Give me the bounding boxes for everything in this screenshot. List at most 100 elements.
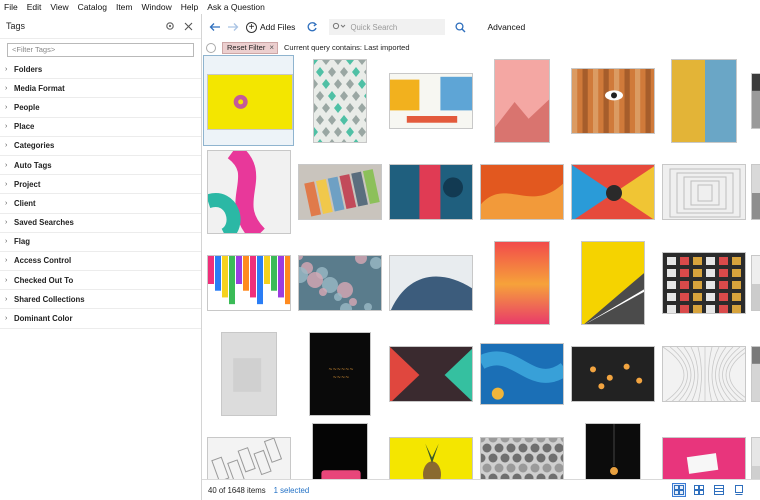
tag-group-place[interactable]: › Place (0, 118, 201, 137)
thumbnail-fluid-paint[interactable] (203, 146, 294, 237)
chevron-right-icon[interactable]: › (5, 123, 12, 130)
thumbnail-pink-note[interactable] (658, 419, 749, 479)
menu-catalog[interactable]: Catalog (78, 2, 107, 12)
search-icon[interactable] (451, 18, 469, 36)
large-grid-view-icon[interactable] (672, 483, 686, 497)
chevron-right-icon[interactable]: › (5, 85, 12, 92)
thumbnail-wireframe-sketch[interactable] (203, 419, 294, 479)
thumbnail-blue-paint[interactable] (476, 328, 567, 419)
thumbnail-music-neon[interactable] (385, 328, 476, 419)
menu-file[interactable]: File (4, 2, 18, 12)
thumbnail-hex-tiles[interactable] (476, 419, 567, 479)
close-icon[interactable] (181, 19, 195, 33)
thumbnail-blue-red-abstract[interactable] (385, 146, 476, 237)
query-settings-icon[interactable] (206, 42, 216, 53)
tag-group-flag[interactable]: › Flag (0, 233, 201, 252)
thumbnail-image (570, 163, 655, 220)
chevron-right-icon[interactable]: › (5, 296, 12, 303)
chevron-right-icon[interactable]: › (5, 219, 12, 226)
thumbnail-neon-sign[interactable]: ~~~~~~ ~~~~ (294, 328, 385, 419)
chevron-right-icon[interactable]: › (5, 181, 12, 188)
thumbnail-edge-5[interactable] (749, 419, 760, 479)
thumbnail-wood-eye-graffiti[interactable] (567, 55, 658, 146)
menu-ask-a-question[interactable]: Ask a Question (207, 2, 265, 12)
thumbnail-paint-drips[interactable] (203, 237, 294, 328)
tag-group-auto-tags[interactable]: › Auto Tags (0, 156, 201, 176)
tag-group-media-format[interactable]: › Media Format (0, 79, 201, 99)
thumbnail-orange-wave[interactable] (476, 146, 567, 237)
chevron-right-icon[interactable]: › (5, 277, 12, 284)
thumbnail-single-bulb[interactable] (567, 419, 658, 479)
thumbnail-image (751, 436, 760, 479)
tag-group-saved-searches[interactable]: › Saved Searches (0, 214, 201, 233)
close-icon[interactable]: × (269, 43, 274, 52)
chevron-right-icon[interactable]: › (5, 238, 12, 245)
chevron-right-icon[interactable]: › (5, 315, 12, 322)
thumbnail-hanging-bulbs[interactable] (567, 328, 658, 419)
thumbnail-bokeh-lights[interactable] (294, 237, 385, 328)
filter-tags-input[interactable]: <Filter Tags> (7, 43, 194, 57)
thumbnail-yellow-blue-wall[interactable] (658, 55, 749, 146)
gear-icon[interactable] (163, 19, 177, 33)
thumbnail-orange-pink-gradient[interactable] (476, 237, 567, 328)
tag-group-client[interactable]: › Client (0, 194, 201, 214)
thumbnail-image (751, 345, 760, 402)
menu-edit[interactable]: Edit (27, 2, 42, 12)
chevron-right-icon[interactable]: › (5, 66, 12, 73)
thumbnail-dark-edge[interactable] (749, 55, 760, 146)
thumbnail-geometric-face[interactable] (567, 146, 658, 237)
menu-item[interactable]: Item (116, 2, 133, 12)
thumbnail-image (297, 163, 382, 220)
chevron-right-icon[interactable]: › (5, 200, 12, 207)
thumbnail-colorful-street[interactable] (385, 55, 476, 146)
quick-search-placeholder: Quick Search (350, 22, 398, 32)
forward-arrow-icon[interactable] (224, 18, 242, 36)
add-files-button[interactable]: + Add Files (246, 21, 295, 33)
thumbnail-white-tunnel[interactable] (658, 146, 749, 237)
tag-group-access-control[interactable]: › Access Control (0, 252, 201, 272)
list-view-icon[interactable] (712, 483, 726, 497)
thumbnail-yellow-donut[interactable] (203, 55, 294, 146)
menu-window[interactable]: Window (141, 2, 171, 12)
thumbnail-gray-edge[interactable] (749, 146, 760, 237)
thumbnail-blue-curve[interactable] (385, 237, 476, 328)
thumbnail-pink-mountains[interactable] (476, 55, 567, 146)
refresh-icon[interactable] (303, 18, 321, 36)
tag-group-people[interactable]: › People (0, 98, 201, 118)
thumbnail-pink-car[interactable] (294, 419, 385, 479)
tag-group-dominant-color[interactable]: › Dominant Color (0, 309, 201, 329)
thumbnail-dark-edge-2[interactable] (749, 328, 760, 419)
thumbnail-teal-diamonds[interactable] (294, 55, 385, 146)
tag-group-checked-out-to[interactable]: › Checked Out To (0, 271, 201, 291)
chevron-right-icon[interactable]: › (5, 257, 12, 264)
quick-search-input[interactable]: Quick Search (329, 19, 446, 35)
advanced-search-button[interactable]: Advanced (487, 22, 525, 32)
small-grid-view-icon[interactable] (692, 483, 706, 497)
thumbnail-white-edge[interactable] (749, 237, 760, 328)
tag-group-folders[interactable]: › Folders (0, 60, 201, 80)
menu-help[interactable]: Help (181, 2, 198, 12)
thumbnail-white-ribs[interactable] (658, 328, 749, 419)
chevron-right-icon[interactable]: › (5, 104, 12, 111)
detail-view-icon[interactable] (732, 483, 746, 497)
thumbnail-yellow-gray-triangle[interactable] (567, 237, 658, 328)
thumbnail-gray-texture[interactable] (203, 328, 294, 419)
thumbnail-pineapple[interactable] (385, 419, 476, 479)
tag-list: › Folders › Media Format › People › Place › Categ… (0, 60, 201, 329)
svg-text:~~~~: ~~~~ (332, 375, 349, 381)
tag-group-shared-collections[interactable]: › Shared Collections (0, 290, 201, 310)
reset-filter-label: Reset Filter (227, 43, 266, 52)
menu-view[interactable]: View (50, 2, 68, 12)
tag-group-label: Project (14, 179, 41, 189)
thumbnail-image (479, 436, 564, 479)
search-scope-icon[interactable] (332, 22, 346, 32)
tag-group-project[interactable]: › Project (0, 175, 201, 195)
thumbnail-image (479, 163, 564, 220)
tag-group-categories[interactable]: › Categories (0, 137, 201, 156)
chevron-right-icon[interactable]: › (5, 142, 12, 149)
thumbnail-swatch-books[interactable] (294, 146, 385, 237)
thumbnail-photo-wall[interactable] (658, 237, 749, 328)
chevron-right-icon[interactable]: › (5, 162, 12, 169)
reset-filter-button[interactable]: Reset Filter × (222, 41, 279, 54)
back-arrow-icon[interactable] (206, 18, 224, 36)
